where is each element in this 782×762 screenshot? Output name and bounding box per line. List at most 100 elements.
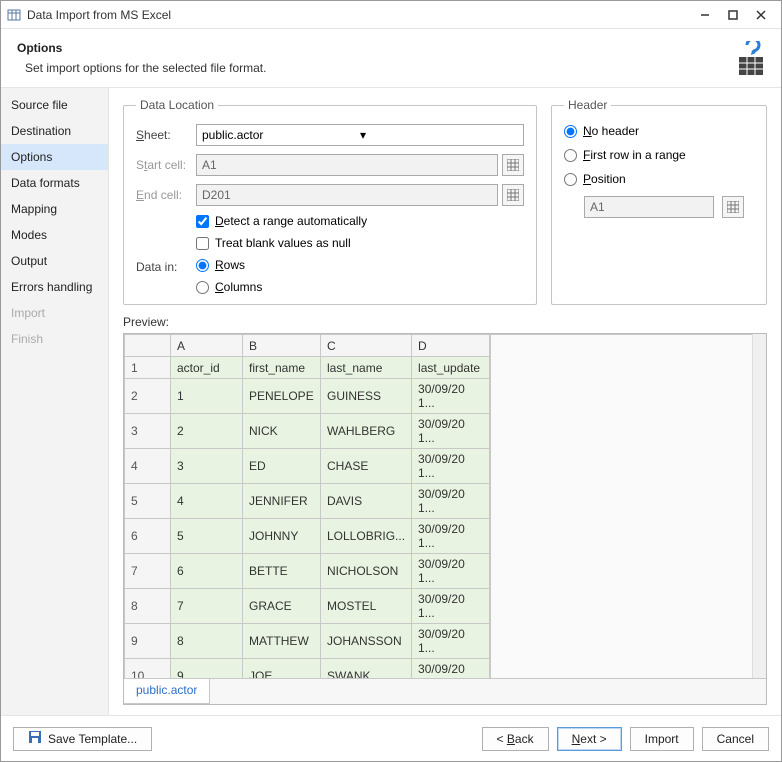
- preview-cell[interactable]: NICK: [243, 414, 321, 449]
- preview-col-header[interactable]: D: [412, 335, 490, 357]
- preview-cell[interactable]: 30/09/20 1...: [412, 659, 490, 679]
- preview-cell[interactable]: 7: [171, 589, 243, 624]
- end-cell-input: [196, 184, 498, 206]
- vertical-scrollbar[interactable]: [752, 334, 766, 678]
- end-cell-picker-button[interactable]: [502, 184, 524, 206]
- chevron-down-icon: ▾: [360, 128, 518, 142]
- preview-row-header[interactable]: 5: [125, 484, 171, 519]
- preview-cell[interactable]: 3: [171, 449, 243, 484]
- minimize-button[interactable]: [691, 5, 719, 25]
- preview-cell[interactable]: 5: [171, 519, 243, 554]
- preview-cell[interactable]: MOSTEL: [321, 589, 412, 624]
- back-button[interactable]: < Back: [482, 727, 549, 751]
- preview-cell[interactable]: BETTE: [243, 554, 321, 589]
- preview-cell[interactable]: 30/09/20 1...: [412, 519, 490, 554]
- start-cell-label: Start cell:: [136, 158, 196, 172]
- wizard-footer: Save Template... < Back Next > Import Ca…: [1, 715, 781, 761]
- preview-row-header[interactable]: 9: [125, 624, 171, 659]
- window-title: Data Import from MS Excel: [27, 8, 691, 22]
- preview-cell[interactable]: 30/09/20 1...: [412, 449, 490, 484]
- preview-cell[interactable]: 30/09/20 1...: [412, 379, 490, 414]
- data-in-label: Data in:: [136, 258, 196, 294]
- preview-cell[interactable]: 30/09/20 1...: [412, 414, 490, 449]
- preview-row-header[interactable]: 3: [125, 414, 171, 449]
- preview-row-header[interactable]: 8: [125, 589, 171, 624]
- preview-cell[interactable]: 9: [171, 659, 243, 679]
- preview-cell[interactable]: 6: [171, 554, 243, 589]
- sidebar-item-options[interactable]: Options: [1, 144, 108, 170]
- save-icon: [28, 730, 42, 747]
- preview-cell[interactable]: 2: [171, 414, 243, 449]
- preview-col-header[interactable]: A: [171, 335, 243, 357]
- preview-cell[interactable]: GUINESS: [321, 379, 412, 414]
- preview-cell[interactable]: 4: [171, 484, 243, 519]
- sheet-tab[interactable]: public.actor: [123, 679, 210, 704]
- position-input: [584, 196, 714, 218]
- sidebar-item-destination[interactable]: Destination: [1, 118, 108, 144]
- preview-cell[interactable]: 30/09/20 1...: [412, 624, 490, 659]
- preview-row-header[interactable]: 2: [125, 379, 171, 414]
- wizard-sidebar: Source fileDestinationOptionsData format…: [1, 88, 109, 715]
- preview-cell[interactable]: MATTHEW: [243, 624, 321, 659]
- preview-cell[interactable]: first_name: [243, 357, 321, 379]
- preview-label: Preview:: [123, 315, 767, 329]
- start-cell-picker-button[interactable]: [502, 154, 524, 176]
- preview-row-header[interactable]: 7: [125, 554, 171, 589]
- sidebar-item-modes[interactable]: Modes: [1, 222, 108, 248]
- preview-cell[interactable]: CHASE: [321, 449, 412, 484]
- preview-cell[interactable]: 1: [171, 379, 243, 414]
- maximize-button[interactable]: [719, 5, 747, 25]
- preview-cell[interactable]: PENELOPE: [243, 379, 321, 414]
- page-subtitle: Set import options for the selected file…: [17, 61, 725, 75]
- preview-cell[interactable]: JENNIFER: [243, 484, 321, 519]
- position-picker-button[interactable]: [722, 196, 744, 218]
- start-cell-input: [196, 154, 498, 176]
- data-location-legend: Data Location: [136, 98, 218, 112]
- first-row-radio[interactable]: First row in a range: [564, 148, 754, 162]
- sidebar-item-errors-handling[interactable]: Errors handling: [1, 274, 108, 300]
- sidebar-item-source-file[interactable]: Source file: [1, 92, 108, 118]
- preview-cell[interactable]: last_update: [412, 357, 490, 379]
- preview-cell[interactable]: 30/09/20 1...: [412, 589, 490, 624]
- preview-cell[interactable]: DAVIS: [321, 484, 412, 519]
- next-button[interactable]: Next >: [557, 727, 622, 751]
- position-radio[interactable]: Position: [564, 172, 754, 186]
- preview-cell[interactable]: LOLLOBRIG...: [321, 519, 412, 554]
- preview-cell[interactable]: SWANK: [321, 659, 412, 679]
- preview-col-header[interactable]: B: [243, 335, 321, 357]
- data-in-rows-radio[interactable]: Rows: [196, 258, 262, 272]
- preview-cell[interactable]: ED: [243, 449, 321, 484]
- data-in-columns-radio[interactable]: Columns: [196, 280, 262, 294]
- preview-cell[interactable]: last_name: [321, 357, 412, 379]
- sheet-label: Sheet:: [136, 128, 196, 142]
- preview-row-header[interactable]: 10: [125, 659, 171, 679]
- no-header-radio[interactable]: No header: [564, 124, 754, 138]
- preview-cell[interactable]: WAHLBERG: [321, 414, 412, 449]
- close-button[interactable]: [747, 5, 775, 25]
- detect-range-checkbox[interactable]: Detect a range automatically: [196, 214, 524, 228]
- preview-cell[interactable]: GRACE: [243, 589, 321, 624]
- sheet-dropdown[interactable]: public.actor ▾: [196, 124, 524, 146]
- preview-table: ABCD 1actor_idfirst_namelast_namelast_upd…: [124, 334, 490, 678]
- preview-row-header[interactable]: 4: [125, 449, 171, 484]
- header-group: Header No header First row in a range Po…: [551, 98, 767, 305]
- save-template-button[interactable]: Save Template...: [13, 727, 152, 751]
- app-icon: [7, 8, 21, 22]
- preview-cell[interactable]: JOHNNY: [243, 519, 321, 554]
- preview-cell[interactable]: JOHANSSON: [321, 624, 412, 659]
- sidebar-item-data-formats[interactable]: Data formats: [1, 170, 108, 196]
- import-button[interactable]: Import: [630, 727, 694, 751]
- preview-col-header[interactable]: C: [321, 335, 412, 357]
- sidebar-item-mapping[interactable]: Mapping: [1, 196, 108, 222]
- sidebar-item-output[interactable]: Output: [1, 248, 108, 274]
- preview-row-header[interactable]: 6: [125, 519, 171, 554]
- preview-cell[interactable]: 8: [171, 624, 243, 659]
- preview-cell[interactable]: JOE: [243, 659, 321, 679]
- preview-row-header[interactable]: 1: [125, 357, 171, 379]
- cancel-button[interactable]: Cancel: [702, 727, 769, 751]
- preview-cell[interactable]: actor_id: [171, 357, 243, 379]
- preview-cell[interactable]: 30/09/20 1...: [412, 554, 490, 589]
- preview-cell[interactable]: 30/09/20 1...: [412, 484, 490, 519]
- blank-null-checkbox[interactable]: Treat blank values as null: [196, 236, 524, 250]
- preview-cell[interactable]: NICHOLSON: [321, 554, 412, 589]
